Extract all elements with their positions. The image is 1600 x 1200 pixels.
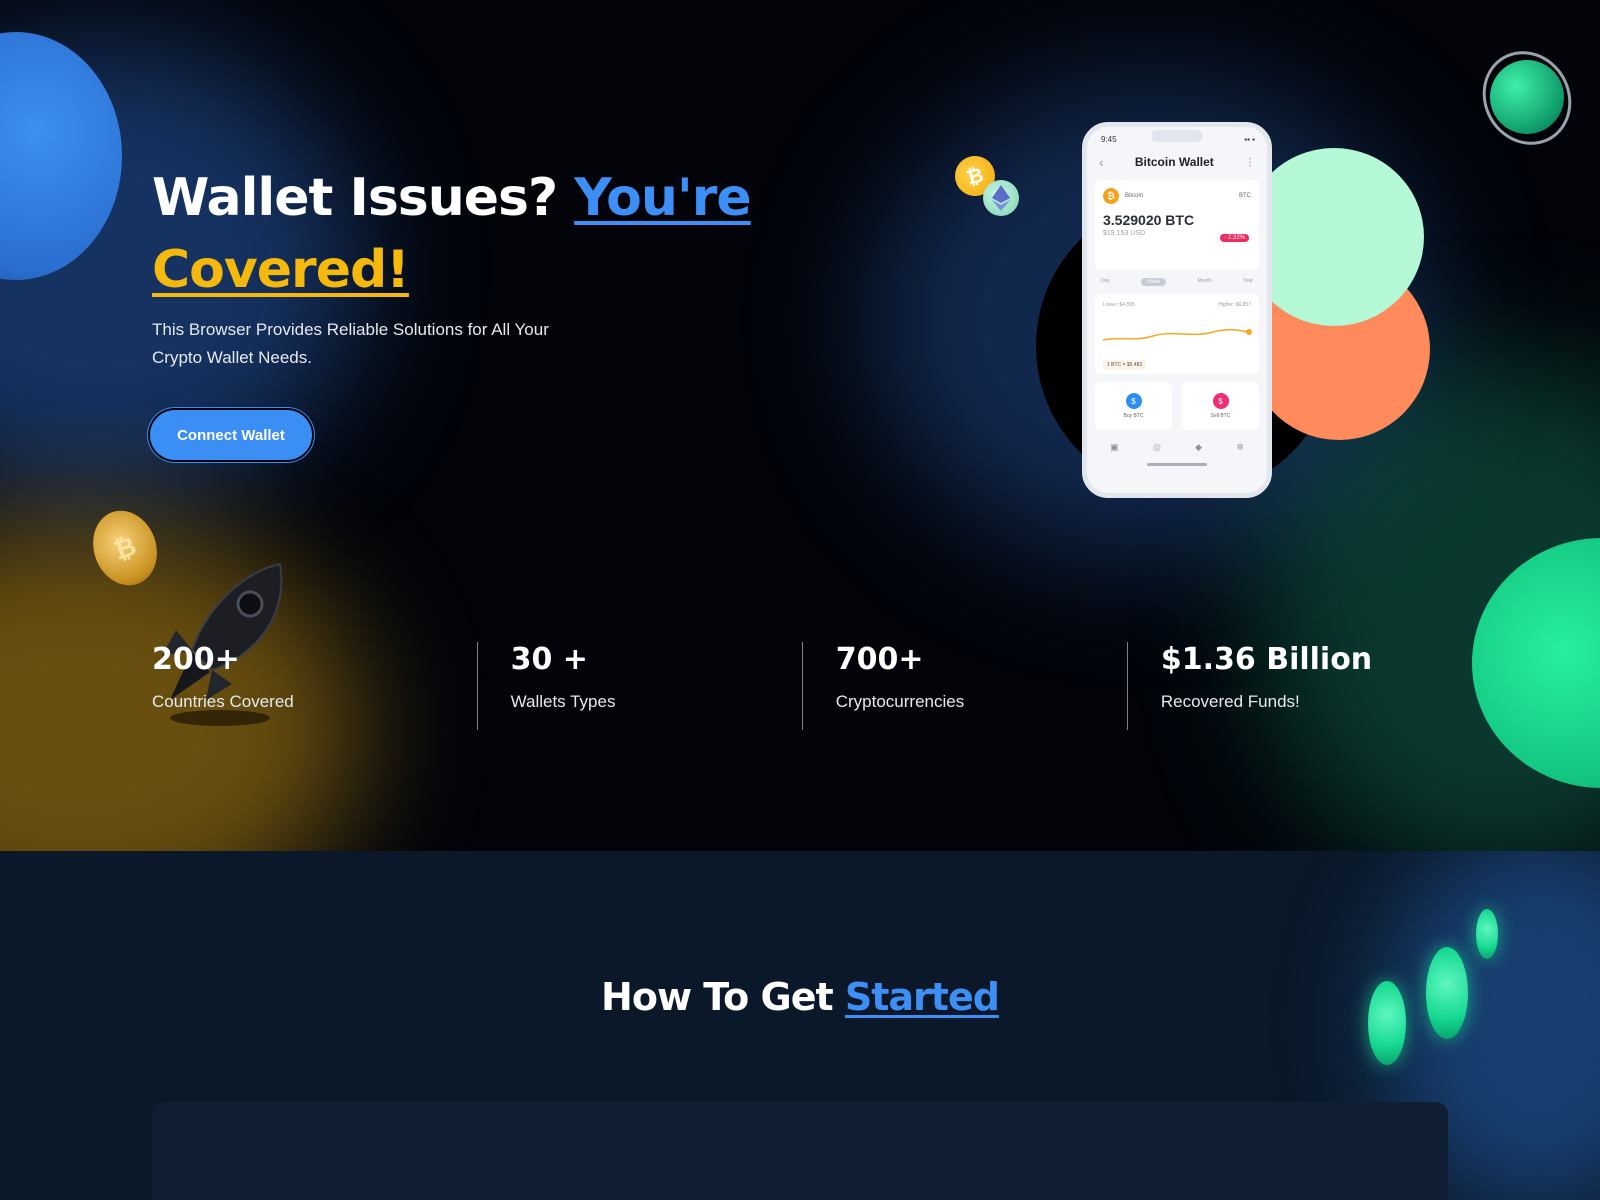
green-coin-icon [1426,947,1468,1039]
hero-title: Wallet Issues? You're Covered! [152,162,772,306]
phone-actions: $ Buy BTC $ Sell BTC [1087,378,1267,434]
stat-cryptocurrencies: 700+ Cryptocurrencies [801,640,1127,730]
dollar-icon: $ [1212,393,1229,409]
hero-subtitle: This Browser Provides Reliable Solutions… [152,320,549,367]
steps-panel [152,1102,1448,1200]
stats-row: 200+ Countries Covered 30 + Wallets Type… [152,640,1452,730]
hero-section: Wallet Issues? You're Covered! This Brow… [0,0,1600,851]
stat-countries: 200+ Countries Covered [152,640,477,730]
back-icon: ‹ [1099,154,1104,170]
more-icon: ⋮ [1245,156,1255,168]
title-part1: Wallet Issues? [152,168,558,228]
stat-label: Recovered Funds! [1160,692,1300,711]
bell-icon: ◆ [1195,442,1202,452]
phone-header-title: Bitcoin Wallet [1134,155,1214,169]
bitcoin-icon: ₿ [1103,188,1119,204]
tab-year: Year [1242,278,1253,284]
title-part3: Covered! [152,240,410,300]
stat-label: Wallets Types [510,692,616,711]
phone-time: 9:45 [1101,135,1117,144]
price-chart-card: Lower: $4.895 Higher: $6.857 1 BTC = $5.… [1095,294,1259,374]
phone-header: ‹ Bitcoin Wallet ⋮ [1087,144,1267,176]
phone-navbar: ▣ ◎ ◆ ✲ [1087,434,1267,453]
buy-btc-tile: $ Buy BTC [1095,382,1172,430]
phone-mockup: 9:45 ▪▪ ▪ ‹ Bitcoin Wallet ⋮ ₿ Bitcoin B… [1082,122,1272,498]
section-title-part2: Started [844,975,1000,1019]
coin-ticker: BTC [1239,193,1251,199]
stat-label: Cryptocurrencies [835,692,965,711]
green-coin-icon [1476,909,1498,959]
balance-card: ₿ Bitcoin BTC 3.529020 BTC $19.153 USD -… [1095,180,1259,270]
ethereum-coin-icon [983,180,1019,216]
rate-label: 1 BTC = $5.483 [1103,360,1147,370]
signal-icon: ▪▪ ▪ [1244,135,1255,144]
title-part2: You're [574,168,751,228]
gear-icon: ✲ [1236,442,1244,452]
stat-label: Countries Covered [152,692,294,711]
compass-icon: ◎ [1152,442,1161,452]
change-badge: - 2.32% [1220,234,1249,242]
section-title-part1: How To Get [601,975,834,1019]
stat-value: 200+ [152,642,240,677]
section-title: How To Get Started [0,975,1600,1019]
tab-week: Week [1141,278,1167,286]
phone-home-bar [1147,463,1207,466]
connect-wallet-button[interactable]: Connect Wallet [150,410,312,460]
stat-recovered-funds: $1.36 Billion Recovered Funds! [1126,640,1452,730]
buy-label: Buy BTC [1123,413,1144,419]
price-line-icon [1102,328,1252,341]
wallet-icon: ▣ [1110,442,1119,452]
stat-value: 30 + [510,642,588,677]
stat-value: $1.36 Billion [1160,642,1373,677]
planet-ring-icon [1465,34,1589,162]
sell-label: Sell BTC [1210,413,1231,419]
green-coin-icon [1368,981,1406,1065]
stat-value: 700+ [835,642,924,677]
stat-wallets: 30 + Wallets Types [476,640,802,730]
dollar-icon: $ [1125,393,1142,409]
sell-btc-tile: $ Sell BTC [1182,382,1259,430]
phone-notch [1151,130,1203,142]
phone-period-tabs: Day Week Month Year [1087,274,1267,290]
how-to-section: How To Get Started [0,851,1600,1200]
tab-day: Day [1101,278,1110,284]
coin-name: Bitcoin [1125,193,1144,199]
balance-value: 3.529020 BTC [1103,212,1195,228]
tab-month: Month [1197,278,1212,284]
